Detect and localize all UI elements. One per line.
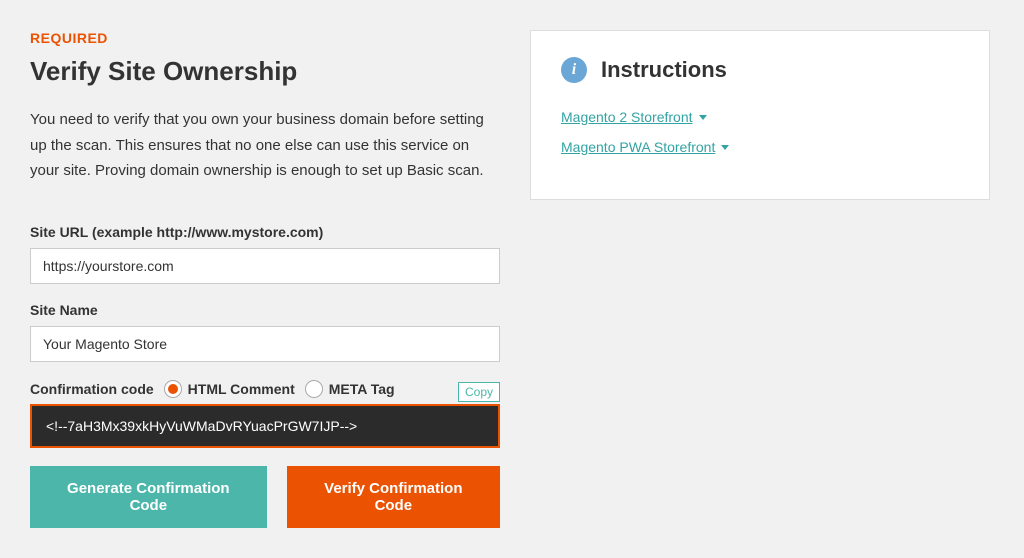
confirmation-code-label: Confirmation code: [30, 381, 154, 397]
instructions-panel: i Instructions Magento 2 Storefront Mage…: [530, 30, 990, 200]
confirmation-code-value: <!--7aH3Mx39xkHyVuWMaDvRYuacPrGW7IJP-->: [30, 404, 500, 448]
chevron-down-icon: [699, 115, 707, 120]
page-title: Verify Site Ownership: [30, 56, 500, 87]
generate-code-button[interactable]: Generate Confirmation Code: [30, 466, 267, 528]
page-description: You need to verify that you own your bus…: [30, 107, 500, 184]
radio-icon-unselected: [305, 380, 323, 398]
site-name-input[interactable]: [30, 326, 500, 362]
copy-button[interactable]: Copy: [458, 382, 500, 402]
instructions-link-pwa-label: Magento PWA Storefront: [561, 139, 715, 155]
radio-meta-tag[interactable]: META Tag: [305, 380, 395, 398]
radio-html-comment[interactable]: HTML Comment: [164, 380, 295, 398]
site-name-label: Site Name: [30, 302, 500, 318]
info-icon: i: [561, 57, 587, 83]
instructions-link-magento2[interactable]: Magento 2 Storefront: [561, 109, 707, 125]
radio-icon-selected: [164, 380, 182, 398]
radio-meta-tag-label: META Tag: [329, 381, 395, 397]
site-url-input[interactable]: [30, 248, 500, 284]
required-badge: REQUIRED: [30, 30, 500, 46]
chevron-down-icon: [721, 145, 729, 150]
radio-html-comment-label: HTML Comment: [188, 381, 295, 397]
instructions-link-pwa[interactable]: Magento PWA Storefront: [561, 139, 729, 155]
instructions-link-magento2-label: Magento 2 Storefront: [561, 109, 693, 125]
verify-code-button[interactable]: Verify Confirmation Code: [287, 466, 500, 528]
instructions-title: Instructions: [601, 57, 727, 83]
site-url-label: Site URL (example http://www.mystore.com…: [30, 224, 500, 240]
